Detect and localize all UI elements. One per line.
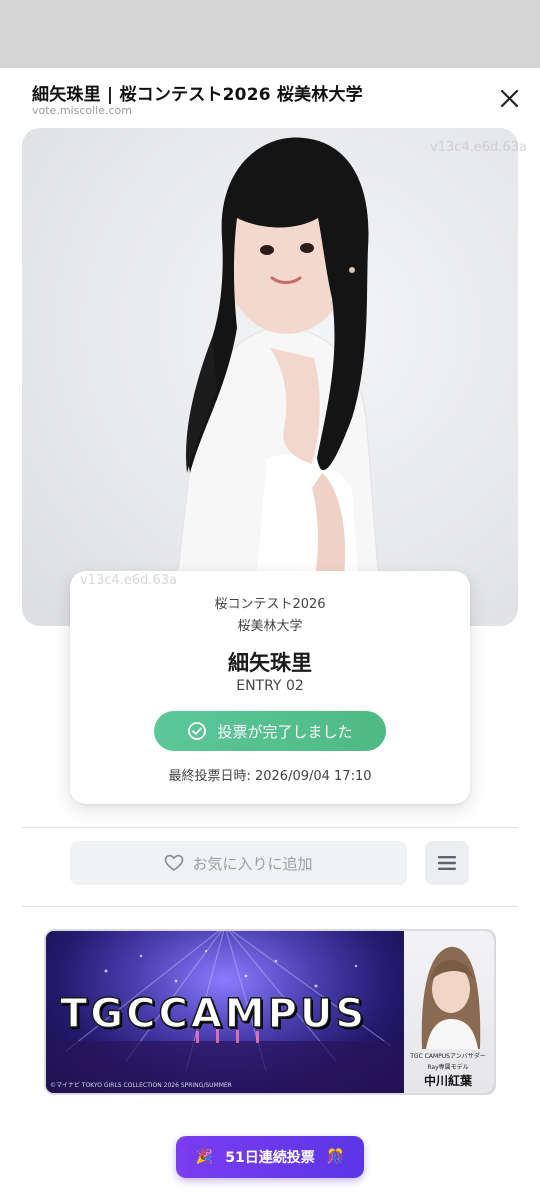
close-icon <box>500 89 519 108</box>
favorite-label: お気に入りに追加 <box>192 854 313 873</box>
divider <box>22 827 518 828</box>
contestant-name: 細矢珠里 <box>228 651 312 675</box>
ambassador-photo <box>421 946 481 1049</box>
university-name: 桜美林大学 <box>237 619 303 634</box>
entry-card: 桜コンテスト2026 桜美林大学 細矢珠里 ENTRY 02 投票が完了しました… <box>70 571 470 804</box>
hamburger-menu-icon <box>438 856 456 870</box>
menu-button[interactable] <box>425 841 469 885</box>
page-title: 細矢珠里 | 桜コンテスト2026 桜美林大学 <box>32 85 363 105</box>
vote-complete-button[interactable]: 投票が完了しました <box>154 711 386 751</box>
banner-credit: ©マイナビ TOKYO GIRLS COLLECTION 2026 SPRING… <box>50 1082 232 1089</box>
heart-icon <box>165 854 184 871</box>
streak-label: 51日連続投票 <box>225 1150 315 1166</box>
entry-number: ENTRY 02 <box>236 678 304 694</box>
contest-name: 桜コンテスト2026 <box>214 597 326 612</box>
portrait-illustration <box>171 137 383 626</box>
tgc-campus-banner[interactable]: TGCCAMPUS ©マイナビ TOKYO GIRLS COLLECTION 2… <box>44 929 496 1095</box>
vote-status-label: 投票が完了しました <box>217 722 353 741</box>
add-favorite-button[interactable]: お気に入りに追加 <box>70 841 407 885</box>
party-popper-icon: 🎉 <box>195 1149 214 1165</box>
ambassador-name: 中川紅葉 <box>423 1074 472 1088</box>
profile-photo <box>22 128 518 626</box>
ambassador-panel: TGC CAMPUSアンバサダー Ray専属モデル 中川紅葉 <box>404 931 494 1093</box>
banner-stage-image: TGCCAMPUS ©マイナビ TOKYO GIRLS COLLECTION 2… <box>46 931 404 1093</box>
vote-streak-button[interactable]: 🎉 51日連続投票 🎊 <box>176 1136 364 1178</box>
check-circle-icon <box>188 722 207 740</box>
status-bar-area <box>0 0 540 68</box>
banner-logo-text: TGCCAMPUS <box>59 990 368 1038</box>
ambassador-label: TGC CAMPUSアンバサダー <box>410 1053 486 1060</box>
page-url: vote.miscolle.com <box>32 104 132 117</box>
last-vote-datetime: 最終投票日時: 2026/09/04 17:10 <box>168 769 372 784</box>
close-button[interactable] <box>494 84 524 114</box>
confetti-ball-icon: 🎊 <box>326 1149 345 1165</box>
divider <box>22 906 518 907</box>
watermark: v13c4.e6d.63a <box>430 140 527 155</box>
ambassador-model: Ray専属モデル <box>427 1064 469 1071</box>
watermark: v13c4.e6d.63a <box>80 573 177 588</box>
